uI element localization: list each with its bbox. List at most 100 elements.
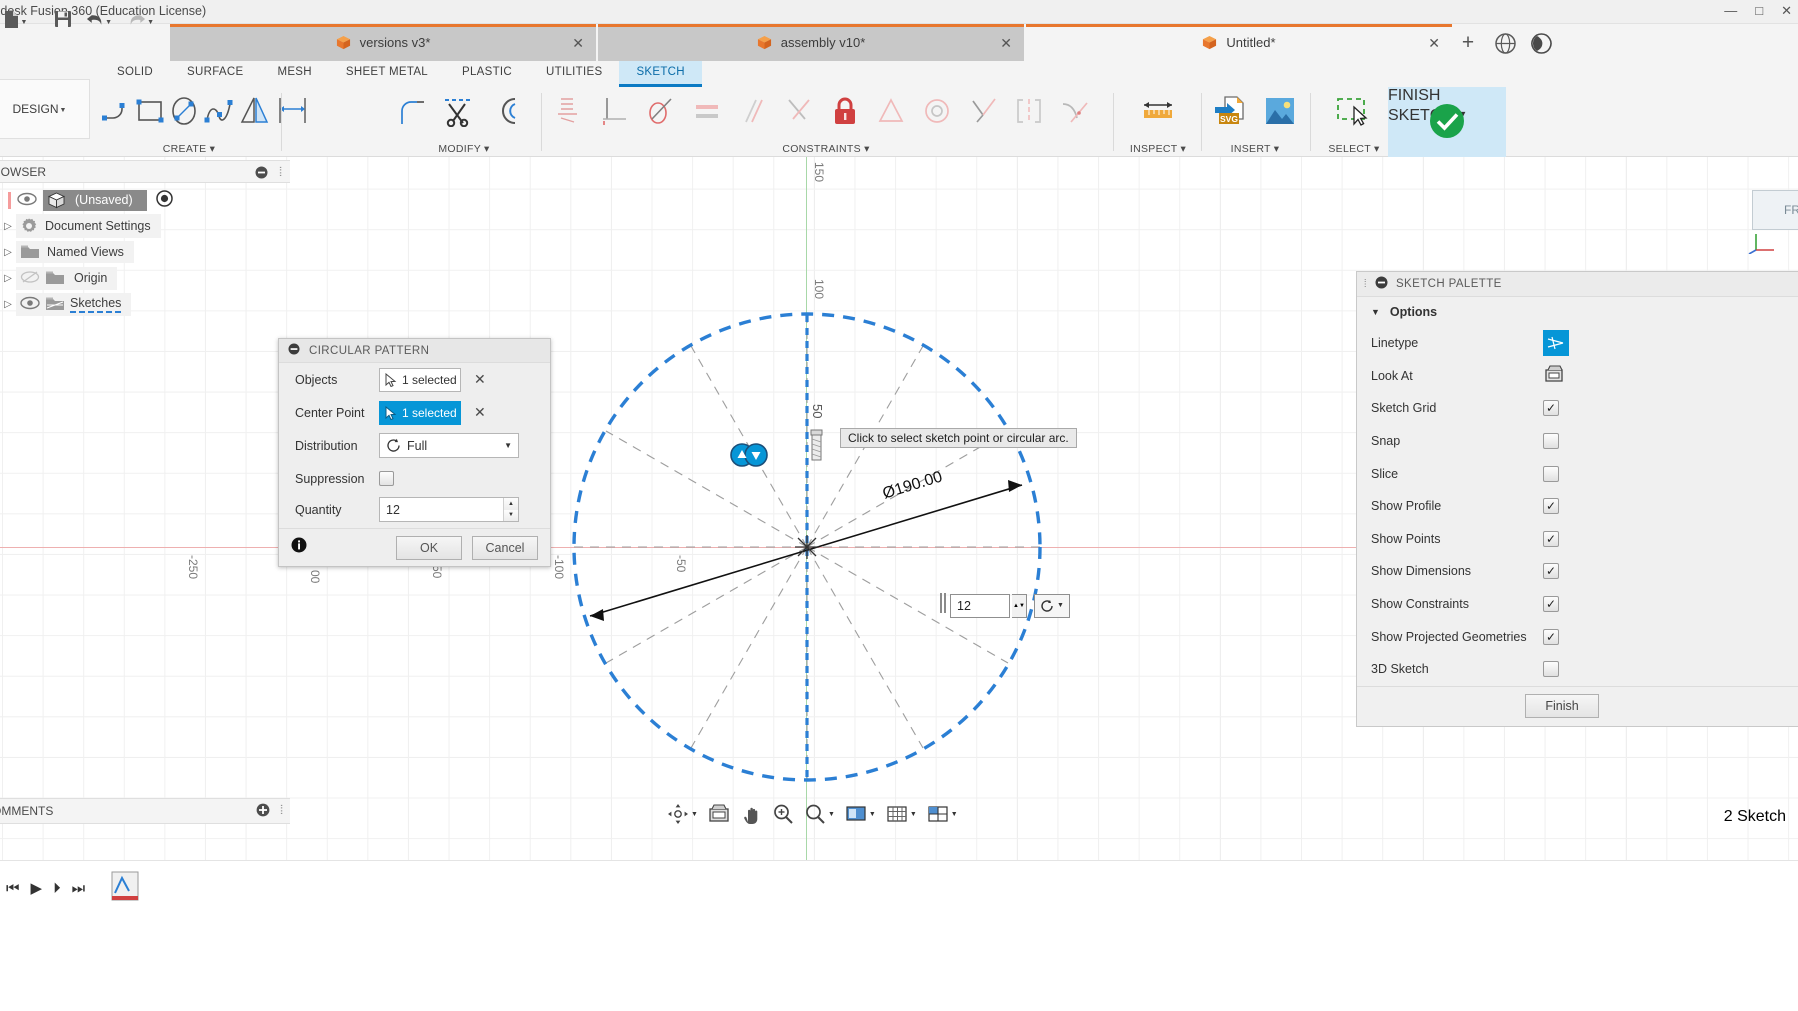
rectangle-icon[interactable] [134, 88, 168, 134]
browser-item-origin[interactable]: ▷ Origin [0, 265, 117, 291]
expand-triangle-icon[interactable]: ▷ [0, 247, 16, 258]
orbit-icon[interactable]: ▼ [663, 800, 702, 828]
document-tab-assembly[interactable]: assembly v10* ✕ [598, 24, 1024, 61]
expand-triangle-icon[interactable]: ▷ [0, 221, 16, 232]
visibility-eye-icon[interactable] [17, 192, 37, 209]
close-icon[interactable]: ✕ [1428, 35, 1440, 52]
panel-label-constraints[interactable]: CONSTRAINTS ▾ [546, 143, 1106, 155]
palette-row-show-constraints[interactable]: Show Constraints ✓ [1357, 588, 1798, 621]
panel-label-modify[interactable]: MODIFY ▾ [390, 143, 538, 155]
named-views-node[interactable]: Named Views [16, 241, 134, 263]
three-d-sketch-checkbox[interactable] [1543, 661, 1559, 677]
panel-label-select[interactable]: SELECT ▾ [1314, 143, 1394, 155]
palette-header[interactable]: ⦙ SKETCH PALETTE [1357, 272, 1798, 297]
close-icon[interactable]: ✕ [572, 35, 584, 52]
tab-utilities[interactable]: UTILITIES [529, 61, 619, 87]
minimize-button[interactable]: — [1724, 2, 1737, 20]
show-dimensions-checkbox[interactable]: ✓ [1543, 563, 1559, 579]
tab-sheet-metal[interactable]: SHEET METAL [329, 61, 445, 87]
account-icon[interactable] [1528, 30, 1554, 56]
palette-row-snap[interactable]: Snap [1357, 425, 1798, 458]
origin-node[interactable]: Origin [16, 267, 117, 290]
display-mode-icon[interactable]: ▼ [841, 800, 880, 828]
collapse-icon[interactable] [288, 343, 300, 358]
suppression-checkbox[interactable] [379, 471, 394, 486]
palette-row-slice[interactable]: Slice [1357, 457, 1798, 490]
palette-grip-icon[interactable]: ⦙ [1364, 278, 1367, 291]
linetype-button[interactable] [1543, 330, 1569, 356]
look-at-button[interactable] [1543, 364, 1565, 387]
visibility-eye-icon[interactable] [20, 296, 40, 313]
show-points-checkbox[interactable]: ✓ [1543, 531, 1559, 547]
inline-pattern-type-button[interactable]: ▼ [1034, 594, 1070, 618]
symmetry-constraint-icon[interactable] [868, 88, 914, 134]
collinear-constraint-icon[interactable] [960, 88, 1006, 134]
browser-root-row[interactable]: (Unsaved) [8, 187, 173, 213]
circle-icon[interactable] [168, 88, 202, 134]
browser-item-sketches[interactable]: ▷ Sketches [0, 291, 131, 317]
tab-surface[interactable]: SURFACE [170, 61, 260, 87]
options-section-header[interactable]: ▼ Options [1357, 297, 1798, 327]
quantity-stepper[interactable]: ▲ ▼ [503, 498, 518, 521]
palette-row-show-projected-geometries[interactable]: Show Projected Geometries ✓ [1357, 620, 1798, 653]
inline-quantity-input[interactable]: 12 [950, 594, 1010, 618]
clear-center-point-icon[interactable]: ✕ [474, 404, 486, 421]
insert-image-icon[interactable] [1257, 88, 1303, 134]
maximize-button[interactable]: □ [1755, 2, 1763, 20]
root-node[interactable]: (Unsaved) [43, 190, 147, 211]
circular-pattern-dialog[interactable]: CIRCULAR PATTERN Objects 1 selected ✕ Ce… [278, 338, 551, 567]
document-tab-untitled[interactable]: Untitled* ✕ [1026, 24, 1452, 61]
panel-grip-icon[interactable]: ⦙ [279, 164, 282, 180]
tab-plastic[interactable]: PLASTIC [445, 61, 529, 87]
inline-quantity-stepper[interactable]: ▲▼ [1012, 594, 1027, 618]
drag-handle-icon[interactable] [938, 591, 948, 620]
snap-checkbox[interactable] [1543, 433, 1559, 449]
comments-panel[interactable]: OMMENTS ⦙ [0, 798, 290, 824]
palette-row-sketch-grid[interactable]: Sketch Grid ✓ [1357, 392, 1798, 425]
viewports-icon[interactable]: ▼ [923, 800, 962, 828]
visibility-off-icon[interactable] [20, 270, 40, 287]
redo-icon[interactable]: ▼ [128, 6, 154, 32]
timeline-play-button[interactable]: ▶ [31, 879, 43, 897]
close-button[interactable]: ✕ [1781, 2, 1792, 20]
finish-sketch-button[interactable]: FINISH SKETCH ▾ [1388, 87, 1506, 157]
measure-icon[interactable] [1135, 88, 1181, 134]
panel-label-insert[interactable]: INSERT ▾ [1205, 143, 1305, 155]
display-settings-icon[interactable] [704, 800, 734, 828]
clear-objects-icon[interactable]: ✕ [474, 371, 486, 388]
ground-constraint-icon[interactable] [546, 88, 592, 134]
perpendicular-constraint-icon[interactable] [592, 88, 638, 134]
chevron-down-icon[interactable]: ▼ [691, 811, 698, 818]
grid-snap-icon[interactable]: ▼ [882, 800, 921, 828]
expand-triangle-icon[interactable]: ▷ [0, 299, 16, 310]
insert-svg-icon[interactable]: SVG [1207, 88, 1253, 134]
browser-item-named-views[interactable]: ▷ Named Views [0, 239, 134, 265]
timeline-feature-sketch[interactable] [108, 869, 142, 908]
palette-row-linetype[interactable]: Linetype [1357, 327, 1798, 360]
panel-label-create[interactable]: CREATE ▾ [100, 143, 278, 155]
ok-button[interactable]: OK [396, 536, 462, 560]
info-icon[interactable] [291, 537, 307, 558]
fix-lock-icon[interactable] [822, 88, 868, 134]
help-icon[interactable] [1492, 30, 1518, 56]
sketch-grid-checkbox[interactable]: ✓ [1543, 400, 1559, 416]
palette-finish-button[interactable]: Finish [1525, 694, 1599, 718]
chevron-down-icon[interactable]: ▼ [828, 811, 835, 818]
arc-icon[interactable] [100, 88, 134, 134]
select-window-icon[interactable] [1331, 88, 1377, 134]
quantity-input[interactable]: 12 ▲ ▼ [379, 497, 519, 522]
slice-checkbox[interactable] [1543, 466, 1559, 482]
palette-row-look-at[interactable]: Look At [1357, 360, 1798, 393]
midpoint-constraint-icon[interactable] [1006, 88, 1052, 134]
tangent-constraint-icon[interactable] [638, 88, 684, 134]
show-projected-geometries-checkbox[interactable]: ✓ [1543, 629, 1559, 645]
concentric-constraint-icon[interactable] [914, 88, 960, 134]
chevron-down-icon[interactable]: ▼ [147, 19, 154, 26]
show-profile-checkbox[interactable]: ✓ [1543, 498, 1559, 514]
palette-row-show-profile[interactable]: Show Profile ✓ [1357, 490, 1798, 523]
document-settings-node[interactable]: Document Settings [16, 214, 161, 238]
objects-selection-field[interactable]: 1 selected [379, 368, 461, 392]
collapse-icon[interactable] [1375, 276, 1388, 292]
view-cube[interactable]: FR [1746, 182, 1798, 252]
activate-component-icon[interactable] [156, 190, 173, 210]
